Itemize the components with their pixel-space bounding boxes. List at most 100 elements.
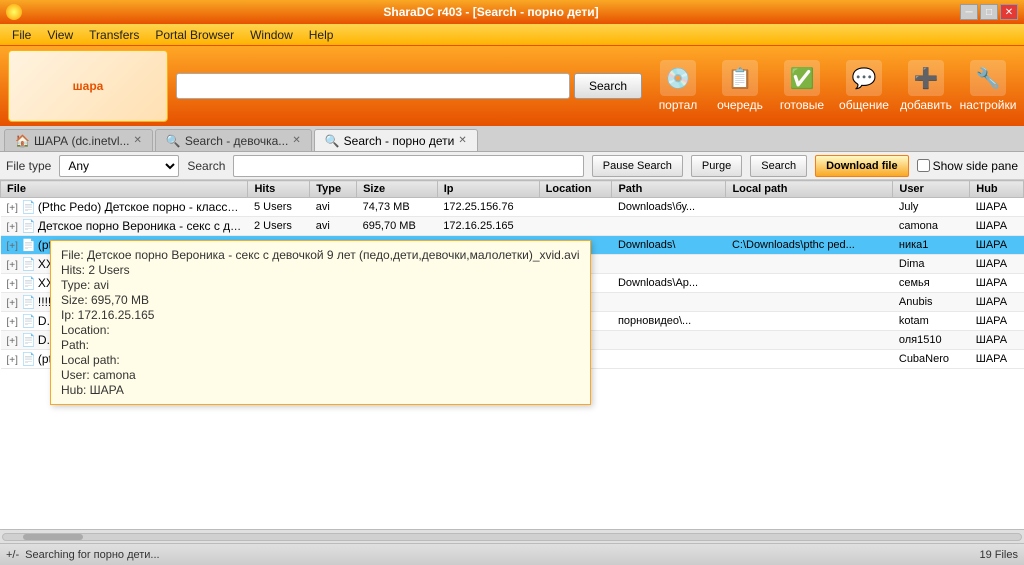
filetype-bar: File type Any Search Pause Search Purge …	[0, 152, 1024, 180]
table-cell: 695,70 MB	[357, 217, 438, 236]
main-search-button[interactable]: Search	[574, 73, 642, 99]
menu-portal-browser[interactable]: Portal Browser	[147, 26, 242, 44]
title-bar: SharaDC r403 - [Search - порно дети] ─ □…	[0, 0, 1024, 24]
expand-btn[interactable]: [+]	[7, 336, 18, 347]
tab-shara[interactable]: 🏠 ШАРА (dc.inetvl... ✕	[4, 129, 153, 151]
table-cell	[539, 198, 612, 217]
tab-shara-close[interactable]: ✕	[134, 135, 142, 146]
expand-btn[interactable]: [+]	[7, 241, 18, 252]
expand-btn[interactable]: [+]	[7, 298, 18, 309]
app-icon	[6, 4, 22, 20]
close-button[interactable]: ✕	[1000, 4, 1018, 20]
col-file[interactable]: File	[1, 181, 248, 198]
expand-btn[interactable]: [+]	[7, 203, 18, 214]
scroll-thumb[interactable]	[23, 534, 83, 540]
tab-search2-close[interactable]: ✕	[458, 135, 466, 146]
menu-window[interactable]: Window	[242, 26, 301, 44]
expand-btn[interactable]: [+]	[7, 260, 18, 271]
search-filter-label: Search	[187, 159, 225, 173]
logo-text: шара	[73, 79, 104, 93]
tooltip-path: Path:	[61, 338, 580, 352]
settings-label: настройки	[960, 98, 1017, 112]
table-cell	[612, 255, 726, 274]
toolbar-add[interactable]: ➕ добавить	[898, 60, 954, 112]
col-ip[interactable]: Ip	[437, 181, 539, 198]
menu-help[interactable]: Help	[301, 26, 342, 44]
expand-btn[interactable]: [+]	[7, 222, 18, 233]
table-cell: Downloads\Ap...	[612, 274, 726, 293]
queue-icon: 📋	[722, 60, 758, 96]
tooltip-hits: Hits: 2 Users	[61, 263, 580, 277]
window-controls: ─ □ ✕	[960, 4, 1018, 20]
table-cell	[612, 350, 726, 369]
plus-minus-button[interactable]: +/-	[6, 549, 19, 561]
tooltip-location: Location:	[61, 323, 580, 337]
tooltip-file: File: Детское порно Вероника - секс с де…	[61, 248, 580, 262]
table-cell: Anubis	[893, 293, 970, 312]
file-icon: 📄	[21, 295, 36, 309]
menu-bar: File View Transfers Portal Browser Windo…	[0, 24, 1024, 46]
col-hub[interactable]: Hub	[970, 181, 1024, 198]
menu-transfers[interactable]: Transfers	[81, 26, 147, 44]
search-filter-input[interactable]	[233, 155, 583, 177]
col-location[interactable]: Location	[539, 181, 612, 198]
main-area: File Hits Type Size Ip Location Path Loc…	[0, 180, 1024, 529]
toolbar-queue[interactable]: 📋 очередь	[712, 60, 768, 112]
file-icon: 📄	[21, 257, 36, 271]
window-title: SharaDC r403 - [Search - порно дети]	[22, 5, 960, 19]
download-file-button[interactable]: Download file	[815, 155, 909, 177]
purge-button[interactable]: Purge	[691, 155, 742, 177]
file-icon: 📄	[21, 276, 36, 290]
main-search-input[interactable]	[176, 73, 570, 99]
toolbar-portal[interactable]: 💿 портал	[650, 60, 706, 112]
file-icon: 📄	[21, 238, 36, 252]
show-side-pane-label[interactable]: Show side pane	[917, 159, 1018, 173]
tab-search1[interactable]: 🔍 Search - девочка... ✕	[155, 129, 312, 151]
table-cell	[726, 350, 893, 369]
table-container[interactable]: File Hits Type Size Ip Location Path Loc…	[0, 180, 1024, 529]
col-type[interactable]: Type	[310, 181, 357, 198]
file-icon: 📄	[21, 219, 36, 233]
file-name: Детское порно Вероника - секс с де...	[38, 219, 247, 233]
chat-icon: 💬	[846, 60, 882, 96]
show-side-pane-checkbox[interactable]	[917, 159, 930, 172]
table-cell: 2 Users	[248, 217, 310, 236]
table-cell: 74,73 MB	[357, 198, 438, 217]
minimize-button[interactable]: ─	[960, 4, 978, 20]
table-row[interactable]: [+] 📄(Pthc Pedo) Детское порно - классик…	[1, 198, 1024, 217]
col-hits[interactable]: Hits	[248, 181, 310, 198]
horizontal-scrollbar[interactable]	[0, 529, 1024, 543]
table-cell: ШАРА	[970, 198, 1024, 217]
table-row[interactable]: [+] 📄Детское порно Вероника - секс с де.…	[1, 217, 1024, 236]
maximize-button[interactable]: □	[980, 4, 998, 20]
expand-btn[interactable]: [+]	[7, 279, 18, 290]
tooltip-size: Size: 695,70 MB	[61, 293, 580, 307]
file-tooltip: File: Детское порно Вероника - секс с де…	[50, 240, 591, 405]
tab-search1-close[interactable]: ✕	[292, 135, 300, 146]
expand-btn[interactable]: [+]	[7, 317, 18, 328]
file-count: 19 Files	[979, 549, 1018, 561]
pause-search-button[interactable]: Pause Search	[592, 155, 683, 177]
settings-icon: 🔧	[970, 60, 1006, 96]
menu-view[interactable]: View	[39, 26, 81, 44]
ready-icon: ✅	[784, 60, 820, 96]
file-icon: 📄	[21, 333, 36, 347]
ready-label: готовые	[780, 98, 824, 112]
col-user[interactable]: User	[893, 181, 970, 198]
filetype-select[interactable]: Any	[59, 155, 179, 177]
expand-btn[interactable]: [+]	[7, 355, 18, 366]
tooltip-user: User: camona	[61, 368, 580, 382]
toolbar-chat[interactable]: 💬 общение	[836, 60, 892, 112]
col-local-path[interactable]: Local path	[726, 181, 893, 198]
search-button[interactable]: Search	[750, 155, 807, 177]
toolbar-settings[interactable]: 🔧 настройки	[960, 60, 1016, 112]
menu-file[interactable]: File	[4, 26, 39, 44]
toolbar-ready[interactable]: ✅ готовые	[774, 60, 830, 112]
table-cell: avi	[310, 198, 357, 217]
col-path[interactable]: Path	[612, 181, 726, 198]
scroll-track[interactable]	[2, 533, 1022, 541]
table-cell: 172.25.156.76	[437, 198, 539, 217]
col-size[interactable]: Size	[357, 181, 438, 198]
tab-search2[interactable]: 🔍 Search - порно дети ✕	[314, 129, 478, 151]
table-cell: 172.16.25.165	[437, 217, 539, 236]
